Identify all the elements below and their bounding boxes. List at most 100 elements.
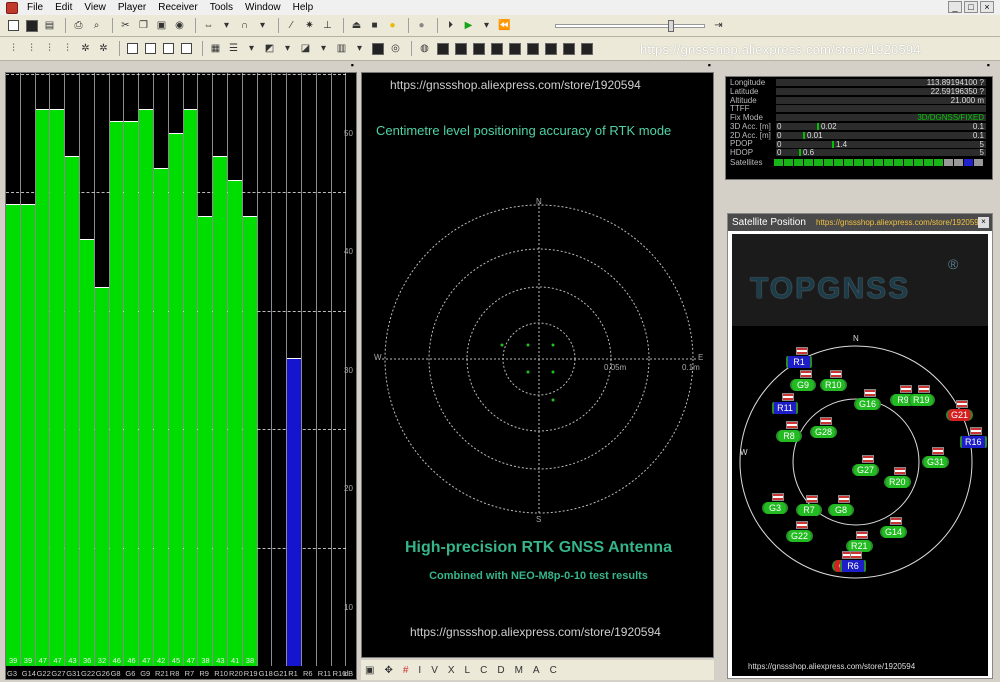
pin-icon[interactable]: ▪ [351,60,354,70]
satellite-marker[interactable]: R6 [840,551,866,572]
paste-icon[interactable]: ▣ [154,18,169,33]
tool-m[interactable]: M [515,665,523,676]
baud-icon[interactable]: ⇔ [201,18,216,33]
satellite-marker[interactable]: G3 [762,493,788,514]
tool-a[interactable]: A [533,665,540,676]
playback-slider[interactable] [555,19,705,32]
map-icon[interactable] [507,41,522,56]
menu-view[interactable]: View [79,0,113,15]
satellite-marker[interactable]: G31 [922,447,950,468]
open-folder-icon[interactable]: ▤ [42,18,57,33]
rewind-icon[interactable]: ⏪ [497,18,512,33]
record-dot-icon[interactable]: ● [414,18,429,33]
map-icon[interactable] [471,41,486,56]
sun-icon[interactable]: ✷ [302,18,317,33]
close-button[interactable]: × [980,1,994,13]
wand-icon[interactable]: ⁄ [284,18,299,33]
play-icon[interactable]: ▶ [461,18,476,33]
satellite-marker[interactable]: R16 [960,427,987,448]
center-icon[interactable]: ✥ [384,665,392,676]
list-icon[interactable]: ☰ [226,41,241,56]
dropdown-arrow-icon[interactable]: ▾ [255,18,270,33]
minimize-button[interactable]: _ [948,1,962,13]
satellite-marker[interactable]: G28 [810,417,838,438]
step-forward-icon[interactable]: ⏵ [443,18,458,33]
tool-i[interactable]: I [418,665,421,676]
table-icon[interactable]: ▦ [208,41,223,56]
satellite-marker[interactable]: G14 [880,517,908,538]
sky-view-icon[interactable]: ◍ [417,41,432,56]
view-icon-1[interactable]: ⫶ [6,41,21,56]
antenna-icon[interactable]: ⊥ [320,18,335,33]
pin-icon[interactable]: ▪ [708,60,711,70]
tool-d[interactable]: D [497,665,504,676]
map-icon[interactable] [561,41,576,56]
satellite-marker[interactable]: G22 [786,521,814,542]
tool-c2[interactable]: C [550,665,557,676]
doc-icon[interactable] [179,41,194,56]
dropdown-arrow-icon[interactable]: ▾ [280,41,295,56]
menu-window[interactable]: Window [240,0,288,15]
menu-player[interactable]: Player [113,0,153,15]
map-icon[interactable] [435,41,450,56]
copy-icon[interactable]: ❐ [136,18,151,33]
dropdown-arrow-icon[interactable]: ▾ [352,41,367,56]
tool-v[interactable]: V [431,665,438,676]
eject-icon[interactable]: ⏏ [349,18,364,33]
record-icon[interactable]: ◉ [172,18,187,33]
view-icon-4[interactable]: ⫶ [60,41,75,56]
gear-icon[interactable]: ✲ [96,41,111,56]
chart-icon[interactable]: ◩ [262,41,277,56]
cut-icon[interactable]: ✂ [118,18,133,33]
tool-l[interactable]: L [465,665,471,676]
satellite-marker[interactable]: G27 [852,455,880,476]
gear-icon[interactable]: ✲ [78,41,93,56]
satellite-marker[interactable]: G8 [828,495,854,516]
save-icon[interactable] [24,18,39,33]
view-icon-3[interactable]: ⫶ [42,41,57,56]
camera-icon[interactable]: ▣ [365,665,374,676]
menu-tools[interactable]: Tools [205,0,240,15]
slider-knob[interactable] [668,19,674,32]
menu-receiver[interactable]: Receiver [153,0,204,15]
signal-icon[interactable]: ∩ [237,18,252,33]
satellite-marker[interactable]: G16 [854,389,882,410]
doc-icon[interactable] [125,41,140,56]
satellite-marker[interactable]: R7 [796,495,822,516]
dropdown-arrow-icon[interactable]: ▾ [219,18,234,33]
stop-icon[interactable]: ■ [367,18,382,33]
light-icon[interactable]: ● [385,18,400,33]
doc-icon[interactable] [161,41,176,56]
camera-icon[interactable] [370,41,385,56]
satellite-marker[interactable]: R19 [908,385,935,406]
satellite-marker[interactable]: R1 [786,347,812,368]
map-icon[interactable] [525,41,540,56]
satellite-marker[interactable]: R8 [776,421,802,442]
menu-file[interactable]: File [22,0,50,15]
print-preview-icon[interactable]: ⌕ [89,18,104,33]
doc-icon[interactable] [143,41,158,56]
map-icon[interactable] [579,41,594,56]
satellite-marker[interactable]: R20 [884,467,911,488]
close-icon[interactable]: × [978,217,989,228]
map-icon[interactable] [489,41,504,56]
new-file-icon[interactable] [6,18,21,33]
satellite-marker[interactable]: R10 [820,370,847,391]
tool-x[interactable]: X [448,665,455,676]
tool-c[interactable]: C [480,665,487,676]
play-dropdown-icon[interactable]: ▾ [479,18,494,33]
pin-icon[interactable]: ▪ [987,60,990,70]
bar-chart-icon[interactable]: ▥ [334,41,349,56]
satellite-marker[interactable]: G9 [790,370,816,391]
menu-help[interactable]: Help [288,0,321,15]
dropdown-arrow-icon[interactable]: ▾ [316,41,331,56]
map-icon[interactable] [543,41,558,56]
satellite-marker[interactable]: R11 [772,393,798,414]
view-icon-2[interactable]: ⫶ [24,41,39,56]
grid-icon[interactable]: # [403,665,409,676]
restore-button[interactable]: □ [964,1,978,13]
dropdown-arrow-icon[interactable]: ▾ [244,41,259,56]
map-icon[interactable] [453,41,468,56]
satellite-marker[interactable]: G21 [946,400,974,421]
skip-end-icon[interactable]: ⇥ [711,18,726,33]
